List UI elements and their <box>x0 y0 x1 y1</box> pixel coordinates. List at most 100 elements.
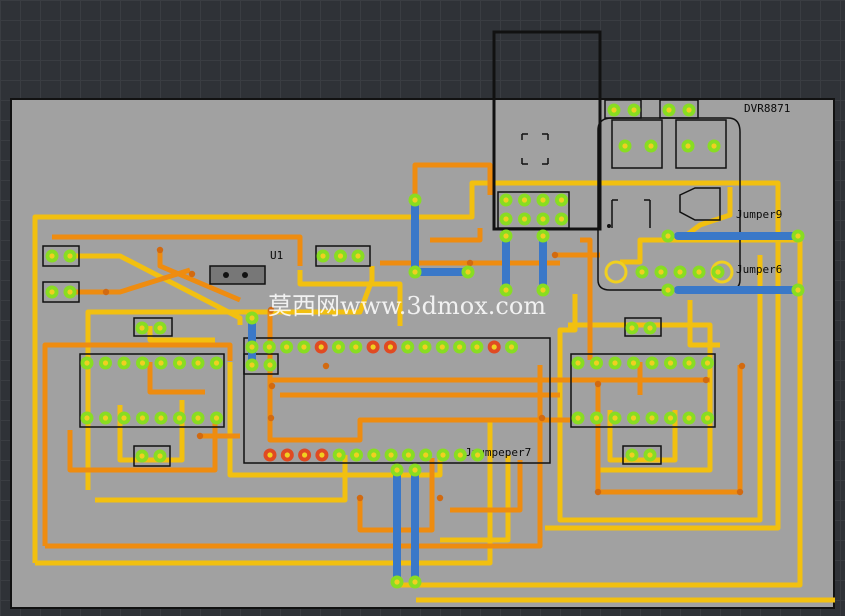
via-pad-core <box>139 360 146 366</box>
via-pad-core <box>630 360 637 366</box>
via-pad-core <box>301 344 307 350</box>
via-pad-core <box>158 360 164 366</box>
via-pad-core <box>67 289 73 295</box>
pcb-canvas: DVR8871 U1 Jumper9 Jumper6 Juumpeper7 莫西… <box>10 30 835 609</box>
via-pad-core <box>158 415 164 421</box>
via-pad-core <box>320 253 326 259</box>
via-pad-core <box>267 362 273 368</box>
label-u1: U1 <box>270 249 283 262</box>
via-pad-core <box>593 360 600 366</box>
via-pad-core <box>715 269 721 275</box>
via-pad-core <box>639 269 645 275</box>
via-pad-core <box>795 287 801 293</box>
via-pad-core <box>647 325 653 331</box>
via-pad-core <box>465 269 471 275</box>
via-pad-core <box>284 344 290 350</box>
via-pad-core <box>622 143 628 149</box>
via-pad-core <box>629 452 635 458</box>
via-pad-core <box>157 453 163 459</box>
drill-dot <box>268 382 276 390</box>
via-pad-core <box>540 197 546 203</box>
drill-dot <box>551 251 559 259</box>
via-pad-core <box>440 452 446 458</box>
via-pad-core <box>474 344 480 350</box>
via-pad-core <box>503 216 509 222</box>
via-pad-core <box>213 415 220 421</box>
drill-dot <box>538 414 546 422</box>
via-pad-core <box>439 344 445 350</box>
drill-dot <box>156 246 164 254</box>
via-pad-core <box>704 360 711 366</box>
via-pad-core <box>540 216 546 222</box>
via-pad-core <box>388 452 394 458</box>
via-pad-core <box>677 269 683 275</box>
via-pad-core <box>648 143 654 149</box>
via-pad-core <box>508 344 515 350</box>
via-pad-core <box>475 452 481 458</box>
drill-dot <box>594 380 602 388</box>
via-pad-core <box>335 344 342 350</box>
via-pad-core <box>630 415 637 421</box>
drill-dot <box>738 362 746 370</box>
via-pad-core <box>267 452 273 458</box>
drill-dot <box>356 494 364 502</box>
via-pad-core <box>405 452 411 458</box>
via-pad-core <box>521 216 528 222</box>
via-pad-core <box>67 253 73 259</box>
via-pad-core <box>423 452 429 458</box>
via-pad-core <box>665 233 671 239</box>
via-pad-core <box>139 325 145 331</box>
label-jumper9: Jumper9 <box>736 208 782 221</box>
via-pad-core <box>412 197 418 203</box>
drill-dot <box>466 259 474 267</box>
via-pad-core <box>667 360 674 366</box>
via-pad-core <box>667 415 674 421</box>
via-pad-core <box>422 344 428 350</box>
via-pad-core <box>394 467 400 473</box>
via-pad-core <box>394 579 400 585</box>
drill-dot <box>267 414 275 422</box>
via-pad-core <box>631 107 637 113</box>
via-pad-core <box>647 452 653 458</box>
via-pad-core <box>176 360 183 366</box>
via-pad-core <box>84 360 90 366</box>
via-pad-core <box>521 197 528 203</box>
via-pad-core <box>704 415 711 421</box>
via-pad-core <box>612 415 618 421</box>
via-pad-core <box>666 107 672 113</box>
via-pad-core <box>685 143 691 149</box>
via-pad-core <box>558 216 565 222</box>
via-pad-core <box>49 253 55 259</box>
via-pad-core <box>139 415 146 421</box>
via-pad-core <box>711 143 717 149</box>
via-pad-core <box>649 360 655 366</box>
via-pad-core <box>355 253 361 259</box>
via-pad-core <box>412 579 418 585</box>
via-pad-core <box>405 344 411 350</box>
via-pad-core <box>266 344 272 350</box>
via-pad-core <box>213 360 220 366</box>
via-pad-core <box>318 344 324 350</box>
via-pad-core <box>249 344 255 350</box>
via-pad-core <box>176 415 183 421</box>
drill-dot <box>702 376 710 384</box>
via-pad-core <box>686 107 692 113</box>
drill-dot <box>102 288 110 296</box>
via-pad-core <box>491 344 497 350</box>
via-pad-core <box>503 233 509 239</box>
drill-dot <box>322 362 330 370</box>
via-pad-core <box>102 415 109 421</box>
via-pad-core <box>665 287 671 293</box>
via-pad-core <box>558 197 565 203</box>
label-dvr8871: DVR8871 <box>744 102 790 115</box>
via-pad-core <box>302 452 308 458</box>
via-pad-core <box>540 233 546 239</box>
via-pad-core <box>249 362 255 368</box>
via-pad-core <box>457 452 463 458</box>
drill-dot <box>188 270 196 278</box>
via-pad-core <box>195 360 201 366</box>
via-pad-core <box>319 452 325 458</box>
via-pad-core <box>102 360 109 366</box>
via-pad-core <box>611 107 617 113</box>
via-pad-core <box>696 269 702 275</box>
